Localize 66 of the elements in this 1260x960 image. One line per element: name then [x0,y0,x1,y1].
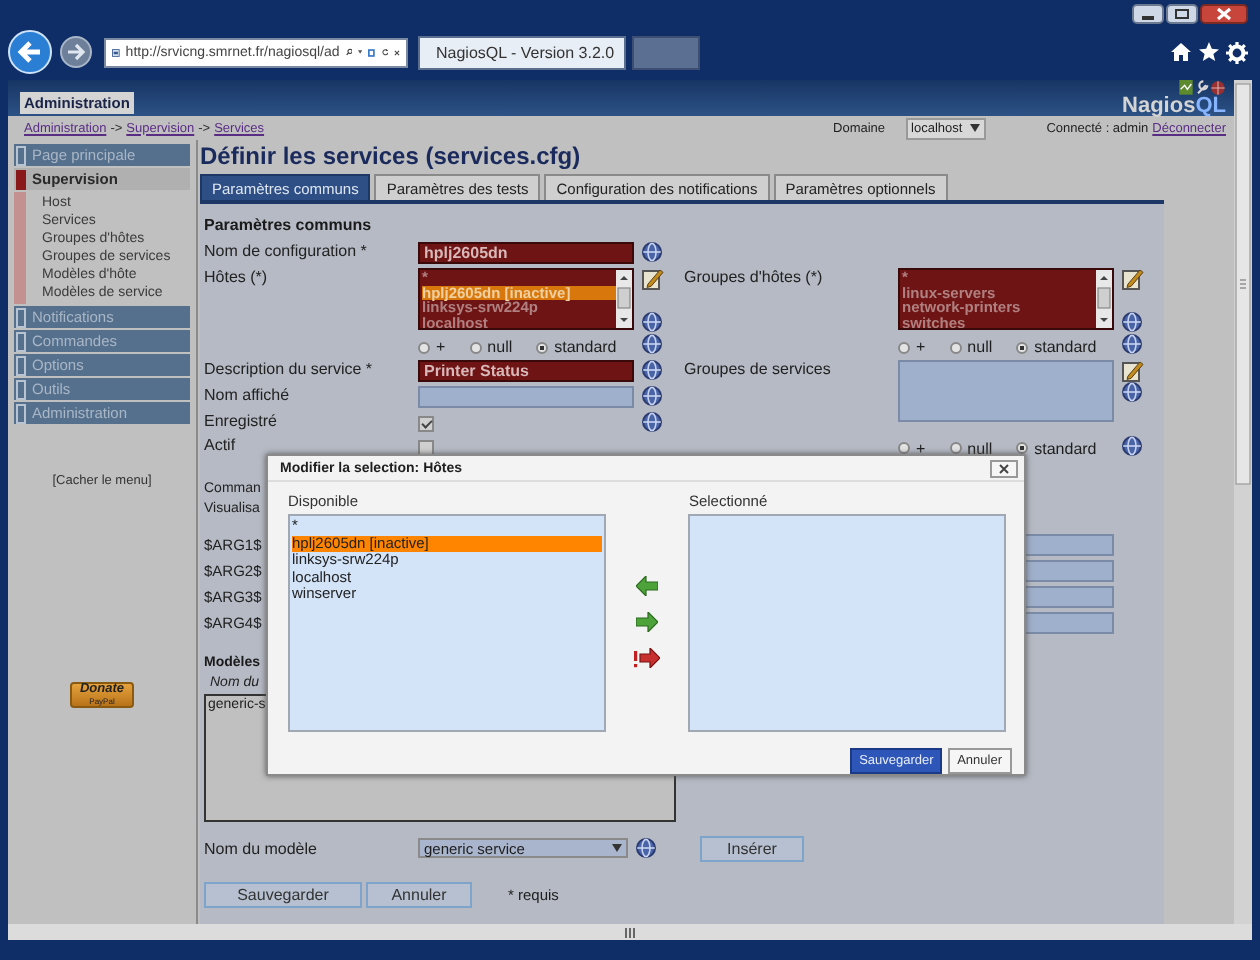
input-field[interactable]: Printer Status [418,360,634,382]
stop-icon[interactable] [394,45,400,59]
logo-icons [1178,80,1226,96]
field-label: Enregistré [204,412,279,434]
field-label: Groupes d'hôtes (*) [684,268,825,290]
page-icon [112,43,120,61]
radio-option[interactable]: + [418,338,446,356]
field-label: Actif [204,436,238,458]
back-button[interactable] [8,30,52,74]
help-icon[interactable] [1122,436,1142,456]
right-arrow-icon[interactable] [636,612,658,632]
close-button[interactable] [990,459,1018,477]
field-label: Nom du modèle [204,839,319,857]
compatibility-icon[interactable] [368,43,376,61]
radio-option[interactable]: null [949,338,993,356]
insert-button[interactable]: Insérer [700,835,804,861]
help-icon[interactable] [642,312,662,332]
warning-arrow-icon[interactable] [634,648,660,668]
dropdown-icon[interactable] [358,48,363,56]
search-icon[interactable] [345,44,353,60]
input-field[interactable] [418,386,634,408]
minimize-button[interactable] [1132,4,1164,24]
caret-icon [970,124,981,132]
logo-text: NagiosQL [1122,96,1226,116]
page-title: Définir les services (services.cfg) [200,142,583,174]
field-label: Nom affiché [204,386,292,408]
form-button[interactable]: Annuler [366,882,472,908]
edit-icon[interactable] [642,268,664,290]
scrollbar[interactable] [1234,80,1252,924]
section-heading: Paramètres communs [204,216,374,238]
browser-tab[interactable]: NagiosQL - Version 3.2.0 [418,35,626,69]
field-label: Description du service * [204,360,375,382]
help-icon[interactable] [1122,312,1142,332]
new-tab-button[interactable] [632,35,700,69]
help-icon[interactable] [642,242,662,262]
radio-option[interactable]: standard [536,338,617,356]
close-button[interactable] [1200,4,1248,24]
help-icon[interactable] [1122,334,1142,354]
star-icon[interactable] [1198,42,1220,62]
left-arrow-icon[interactable] [636,576,658,596]
help-icon[interactable] [642,412,662,432]
help-icon[interactable] [642,386,662,406]
radio-option[interactable]: + [898,338,926,356]
refresh-icon[interactable] [381,44,389,60]
field-label: Groupes de services [684,360,833,382]
field-label: Nom de configuration * [204,242,369,264]
grip-icon [624,927,636,937]
edit-icon[interactable] [1122,360,1144,382]
scrollbar[interactable] [616,270,632,328]
home-icon[interactable] [1170,42,1192,62]
forward-button[interactable] [60,36,92,68]
radio-option[interactable]: null [469,338,513,356]
settings-icon[interactable] [1226,41,1248,63]
help-icon[interactable] [1122,382,1142,402]
radio-option[interactable]: standard [1016,338,1097,356]
help-icon[interactable] [642,334,662,354]
field-label: Hôtes (*) [204,268,270,290]
input-field[interactable]: hplj2605dn [418,242,634,264]
help-icon[interactable] [636,838,656,858]
caret-icon [612,844,622,852]
form-button[interactable]: Sauvegarder [204,882,362,908]
scrollbar[interactable] [1096,270,1112,328]
checkbox[interactable] [418,416,434,432]
maximize-button[interactable] [1166,4,1198,24]
edit-icon[interactable] [1122,268,1144,290]
help-icon[interactable] [642,360,662,380]
